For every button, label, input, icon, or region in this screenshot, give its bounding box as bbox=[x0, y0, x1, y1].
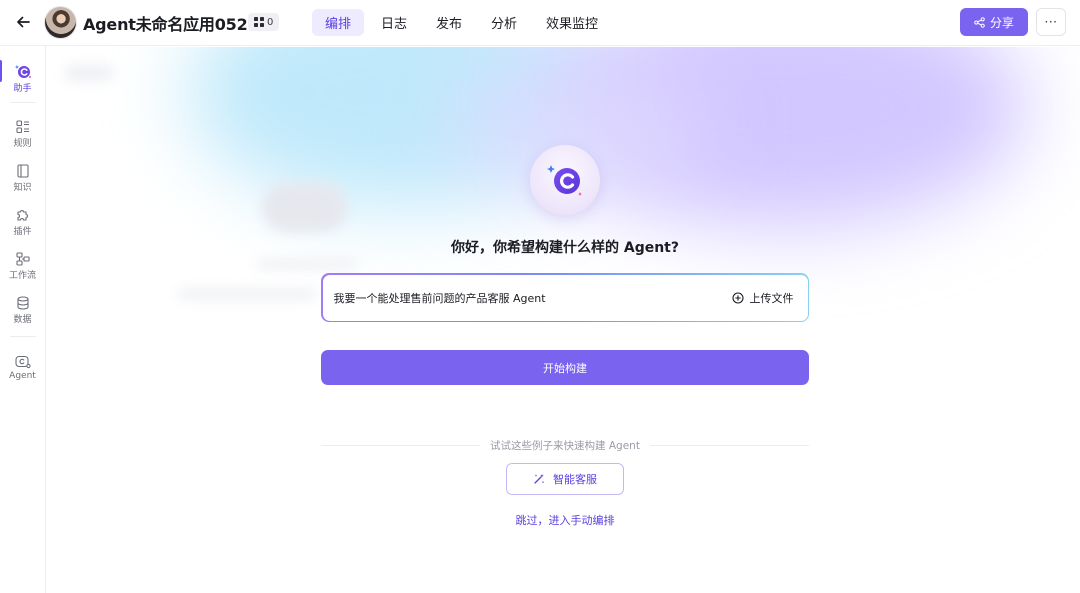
start-build-button[interactable]: 开始构建 bbox=[321, 350, 809, 385]
sidebar-divider bbox=[10, 102, 36, 103]
sidebar-item-label: 数据 bbox=[13, 314, 32, 325]
more-button[interactable]: ··· bbox=[1036, 8, 1066, 36]
sidebar-item-label: Agent bbox=[9, 371, 36, 381]
ghost-placeholder bbox=[262, 182, 347, 232]
plus-circle-icon bbox=[731, 291, 744, 304]
examples-divider-left bbox=[321, 445, 486, 446]
ghost-placeholder bbox=[65, 65, 113, 81]
sidebar-item-agent[interactable]: Agent bbox=[0, 348, 45, 388]
arrow-left-icon bbox=[17, 16, 30, 28]
share-button[interactable]: 分享 bbox=[960, 8, 1028, 36]
back-button[interactable] bbox=[12, 11, 34, 33]
tab-analysis[interactable]: 分析 bbox=[478, 9, 530, 36]
assistant-logo-icon bbox=[14, 64, 31, 78]
database-icon bbox=[16, 295, 29, 310]
sidebar-item-assistant[interactable]: 助手 bbox=[0, 58, 45, 98]
component-count-chip[interactable]: 0 bbox=[248, 13, 280, 31]
tab-orchestrate[interactable]: 编排 bbox=[312, 9, 365, 36]
hero-logo bbox=[530, 145, 600, 215]
magic-wand-icon bbox=[534, 474, 545, 484]
more-icon: ··· bbox=[1044, 15, 1058, 29]
rules-icon bbox=[15, 119, 29, 133]
avatar[interactable] bbox=[45, 7, 76, 38]
tab-monitoring[interactable]: 效果监控 bbox=[533, 9, 611, 36]
upload-file-button[interactable]: 上传文件 bbox=[731, 290, 794, 306]
tab-logs[interactable]: 日志 bbox=[368, 9, 420, 36]
sidebar-item-workflow[interactable]: 工作流 bbox=[0, 246, 45, 286]
ghost-placeholder bbox=[257, 259, 357, 269]
sidebar: 助手 规则 知识 插件 工作流 数据 Agent bbox=[0, 46, 46, 593]
example-chip-smart-service[interactable]: 智能客服 bbox=[506, 463, 624, 495]
app-title[interactable]: Agent未命名应用0521 bbox=[83, 11, 259, 35]
examples-label: 试试这些例子来快速构建 Agent bbox=[480, 438, 650, 453]
assistant-logo-icon bbox=[547, 165, 582, 196]
examples-divider-right bbox=[645, 445, 809, 446]
book-icon bbox=[16, 163, 29, 178]
sidebar-item-label: 插件 bbox=[13, 226, 32, 237]
workflow-icon bbox=[15, 251, 30, 266]
agent-description-input[interactable]: 我要一个能处理售前问题的产品客服 Agent 上传文件 bbox=[321, 273, 809, 322]
background-glow-purple bbox=[547, 47, 1027, 227]
sidebar-item-plugins[interactable]: 插件 bbox=[0, 202, 45, 242]
puzzle-icon bbox=[16, 209, 28, 221]
share-label: 分享 bbox=[989, 15, 1014, 30]
sidebar-item-label: 知识 bbox=[13, 182, 32, 193]
sidebar-item-data[interactable]: 数据 bbox=[0, 290, 45, 330]
sidebar-divider bbox=[10, 336, 36, 337]
sidebar-item-label: 规则 bbox=[13, 138, 32, 149]
agent-description-text[interactable]: 我要一个能处理售前问题的产品客服 Agent bbox=[334, 290, 546, 306]
ghost-placeholder bbox=[177, 289, 317, 299]
tab-publish[interactable]: 发布 bbox=[423, 9, 475, 36]
example-chip-label: 智能客服 bbox=[553, 473, 597, 486]
sidebar-item-label: 工作流 bbox=[8, 270, 36, 281]
sidebar-item-label: 助手 bbox=[13, 83, 32, 94]
welcome-heading: 你好，你希望构建什么样的 Agent? bbox=[450, 240, 679, 256]
top-bar: Agent未命名应用0521 0 编排 日志 发布 分析 效果监控 分享 ··· bbox=[0, 0, 1080, 46]
upload-file-label: 上传文件 bbox=[749, 291, 794, 305]
component-count: 0 bbox=[267, 16, 274, 28]
skip-to-manual-link[interactable]: 跳过，进入手动编排 bbox=[480, 512, 650, 528]
share-icon bbox=[974, 16, 985, 28]
grid-icon bbox=[254, 17, 264, 27]
agent-icon bbox=[14, 355, 31, 369]
sidebar-item-knowledge[interactable]: 知识 bbox=[0, 158, 45, 198]
sidebar-item-rules[interactable]: 规则 bbox=[0, 114, 45, 154]
